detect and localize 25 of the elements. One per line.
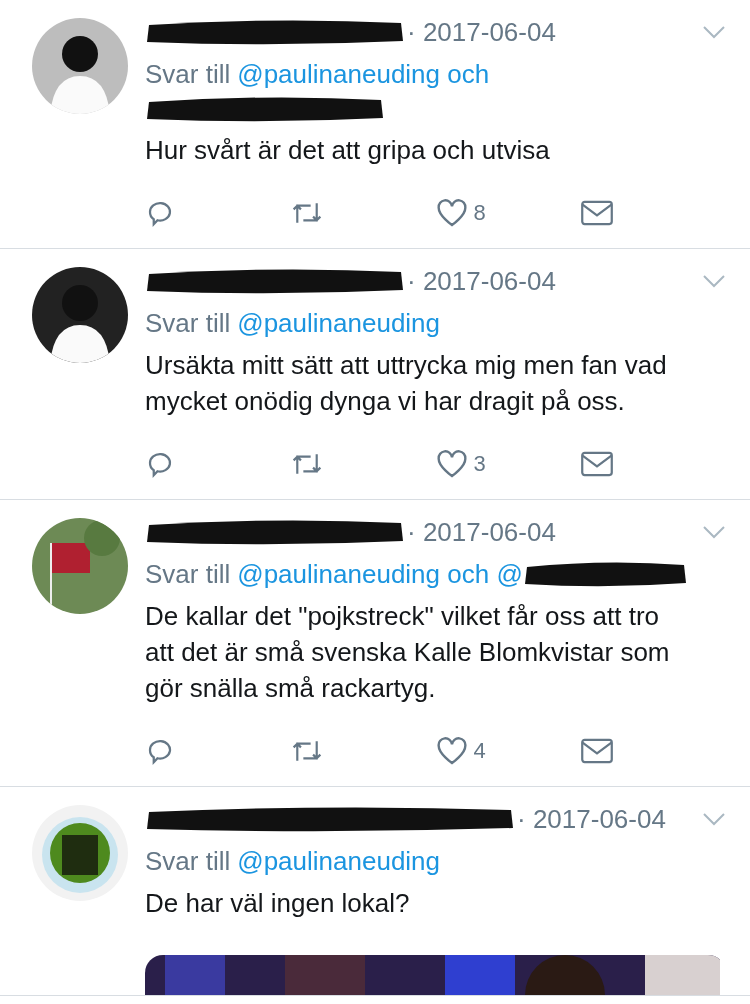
- envelope-icon[interactable]: [580, 451, 613, 477]
- tweet-text: Hur svårt är det att gripa och utvisa: [145, 134, 551, 167]
- tweet-text: De har väl ingen lokal?: [145, 887, 411, 920]
- mention-link[interactable]: @paulinaneuding: [237, 305, 441, 341]
- like-count: 3: [473, 451, 486, 477]
- mention-link[interactable]: @paulinaneuding: [237, 843, 441, 879]
- tweet-text: De kallar det "pojkstreck" vilket får oss att tro att det är små svenska Kalle Blomkvistar som gör snälla små rackartyg.: [145, 600, 671, 705]
- reply-label: Svar till: [145, 558, 231, 591]
- tweet-date: · 2017-06-04: [407, 265, 556, 297]
- reply-label: Svar till: [145, 58, 231, 91]
- heart-icon[interactable]: [435, 736, 468, 766]
- tweet-date: · 2017-06-04: [407, 16, 556, 48]
- like-count: 4: [473, 738, 486, 764]
- heart-icon[interactable]: [435, 198, 468, 228]
- tweet-date: · 2017-06-04: [407, 516, 556, 548]
- reply-label: Svar till: [145, 845, 231, 878]
- like-count: 8: [473, 200, 486, 226]
- reply-label: Svar till: [145, 307, 231, 340]
- mention-link[interactable]: @paulinaneuding och: [237, 56, 490, 92]
- tweet-text: Ursäkta mitt sätt att uttrycka mig men fan vad mycket onödig dynga vi har dragit på oss.: [145, 349, 668, 418]
- mention-link[interactable]: @paulinaneuding och @: [237, 556, 523, 592]
- envelope-icon[interactable]: [580, 200, 613, 226]
- heart-icon[interactable]: [435, 449, 468, 479]
- envelope-icon[interactable]: [580, 738, 613, 764]
- tweet-date: · 2017-06-04: [517, 803, 666, 835]
